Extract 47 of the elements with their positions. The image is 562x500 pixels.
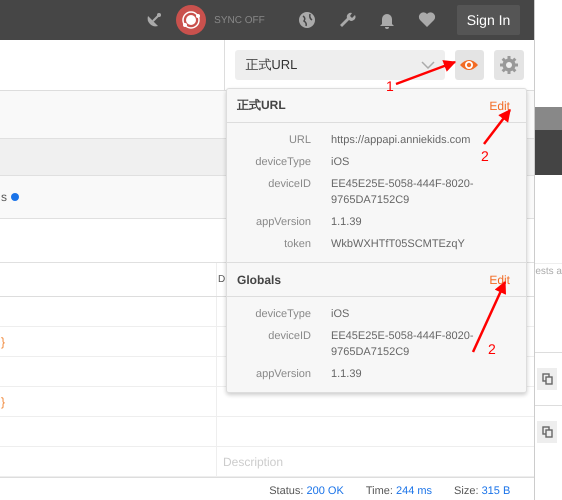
variable-value: EE45E25E-5058-444F-8020-9765DA7152C9 — [331, 329, 474, 360]
tab-label[interactable]: s — [1, 190, 7, 204]
copy-button[interactable] — [537, 421, 558, 443]
response-stat: Time: 244 ms — [366, 484, 432, 496]
status-dot — [11, 193, 19, 201]
copy-icon — [542, 373, 553, 385]
variable-name: appVersion — [254, 215, 311, 230]
response-stat: Status: 200 OK — [269, 484, 344, 496]
chevron-down-icon — [420, 61, 435, 69]
table-cell: } — [1, 334, 6, 348]
heart-icon[interactable] — [416, 10, 437, 30]
variable-value: 1.1.39 — [331, 215, 363, 230]
side-text: ests a — [535, 266, 562, 277]
eye-icon — [459, 58, 480, 72]
sign-in-button[interactable]: Sign In — [456, 5, 520, 35]
variable-value: https://appapi.anniekids.com — [331, 133, 472, 148]
environment-dropdown[interactable]: 正式URL — [235, 50, 445, 80]
callout-number: 1 — [386, 78, 394, 94]
settings-icon — [499, 55, 520, 75]
table-cell: } — [1, 394, 6, 408]
variable-name: deviceType — [254, 155, 311, 170]
callout-number: 2 — [488, 341, 496, 357]
variable-value: EE45E25E-5058-444F-8020-9765DA7152C9 — [331, 177, 474, 208]
section-title: 正式URL — [237, 97, 286, 114]
variable-name: token — [283, 237, 311, 252]
variable-name: appVersion — [254, 367, 311, 382]
variable-value: 1.1.39 — [331, 367, 363, 382]
variable-name: deviceType — [254, 307, 311, 322]
sync-status: SYNC OFF — [214, 14, 265, 26]
section-title: Globals — [237, 272, 282, 286]
eye-button[interactable] — [454, 50, 484, 80]
variable-value: WkbWXHTfT05SCMTEzqY — [331, 237, 466, 252]
response-stat: Size: 315 B — [454, 484, 510, 496]
column-header: D — [218, 274, 226, 285]
sync-icon[interactable] — [176, 5, 206, 35]
callout-number: 2 — [481, 148, 489, 164]
globe-icon[interactable] — [296, 10, 317, 30]
callout-arrow — [396, 60, 456, 86]
variable-value: iOS — [331, 307, 350, 322]
variable-name: URL — [288, 133, 311, 148]
variable-name: deviceID — [267, 177, 311, 192]
callout-arrow — [483, 109, 511, 145]
variable-value: iOS — [331, 155, 350, 170]
settings-button[interactable] — [494, 50, 524, 80]
copy-button[interactable] — [537, 368, 558, 390]
copy-icon — [542, 426, 553, 438]
variable-name: deviceID — [267, 329, 311, 344]
